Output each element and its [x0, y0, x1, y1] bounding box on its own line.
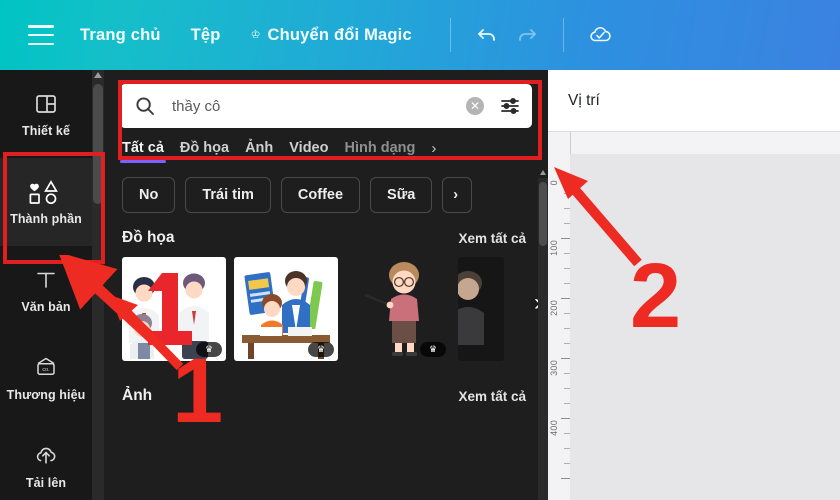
- search-icon: [136, 97, 154, 115]
- graphic-thumb-4-partial[interactable]: [458, 257, 504, 361]
- toolbar-divider-2: [562, 18, 564, 52]
- ruler-label-300: 300: [549, 360, 559, 376]
- chip-sua[interactable]: Sữa: [370, 177, 433, 213]
- search-box[interactable]: thầy cô ✕: [120, 84, 532, 128]
- canvas-area-wrapper: Vị trí 0 100 200 300 400: [548, 70, 840, 500]
- chip-trai-tim[interactable]: Trái tim: [185, 177, 271, 213]
- clear-x-icon[interactable]: ✕: [466, 97, 484, 115]
- sidebar-item-brand[interactable]: co. Thương hiệu: [0, 334, 92, 422]
- ruler-vertical: 0 100 200 300 400: [548, 132, 571, 500]
- panel-scroll-up-caret-icon[interactable]: [540, 170, 546, 175]
- sidebar-item-uploads[interactable]: Tải lên: [0, 422, 92, 500]
- sidebar-item-design[interactable]: Thiết kế: [0, 70, 92, 158]
- design-canvas[interactable]: [570, 154, 840, 500]
- redo-icon[interactable]: [507, 15, 547, 55]
- ruler-label-200: 200: [549, 300, 559, 316]
- section-title: Đồ họa: [122, 229, 175, 246]
- tab-shapes[interactable]: Hình dạng: [344, 140, 415, 163]
- search-area: thầy cô ✕: [104, 70, 548, 134]
- undo-icon[interactable]: [467, 15, 507, 55]
- see-all-graphics-link[interactable]: Xem tất cả: [458, 231, 526, 246]
- sidebar-item-label: Tải lên: [25, 475, 67, 490]
- see-all-photos-link[interactable]: Xem tất cả: [458, 389, 526, 404]
- chips-next-chevron-icon[interactable]: ›: [442, 177, 473, 213]
- tab-videos[interactable]: Video: [289, 140, 328, 163]
- section-header-photos: Ảnh Xem tất cả: [104, 361, 548, 413]
- graphics-thumb-row: ♛ ♛ ♛: [104, 255, 548, 361]
- cloud-saved-icon[interactable]: [580, 15, 620, 55]
- sidebar-item-text[interactable]: Văn bản: [0, 246, 92, 334]
- search-input[interactable]: thầy cô: [172, 98, 466, 115]
- chip-coffee[interactable]: Coffee: [280, 177, 361, 213]
- premium-crown-icon: ♛: [420, 342, 446, 357]
- nav-magic-label: Chuyển đổi Magic: [267, 25, 412, 44]
- panel-tabs: Tất cả Đồ họa Ảnh Video Hình dạng ›: [104, 134, 548, 163]
- crown-icon: ♔: [250, 28, 261, 41]
- rail-scrollbar[interactable]: [92, 70, 104, 500]
- ruler-horizontal: [570, 132, 840, 155]
- premium-crown-icon: ♛: [308, 342, 334, 357]
- nav-file[interactable]: Tệp: [191, 26, 221, 45]
- svg-text:co.: co.: [42, 367, 49, 373]
- rail-scroll-thumb[interactable]: [93, 84, 103, 204]
- ruler-label-400: 400: [549, 420, 559, 436]
- nav-home[interactable]: Trang chủ: [80, 26, 161, 45]
- tab-graphics[interactable]: Đồ họa: [180, 140, 229, 163]
- nav-magic-switch[interactable]: ♔ Chuyển đổi Magic: [251, 26, 412, 45]
- hamburger-icon[interactable]: [28, 25, 54, 45]
- chip-no[interactable]: No: [122, 177, 176, 213]
- position-panel-header: Vị trí: [548, 70, 840, 132]
- sidebar-item-elements[interactable]: Thành phần: [0, 158, 92, 246]
- graphic-thumb-2[interactable]: ♛: [234, 257, 338, 361]
- sidebar-item-label: Thiết kế: [21, 123, 71, 138]
- sidebar-item-label: Thương hiệu: [6, 387, 86, 402]
- annotation-number-1: 1: [172, 340, 224, 442]
- page-title: Vị trí: [568, 91, 600, 109]
- panel-scroll-thumb[interactable]: [539, 182, 547, 246]
- section-title: Ảnh: [122, 387, 153, 404]
- filter-sliders-icon[interactable]: [498, 94, 522, 118]
- tabs-next-chevron-icon[interactable]: ›: [431, 140, 436, 163]
- toolbar-divider-1: [449, 18, 451, 52]
- panel-scrollbar[interactable]: [538, 170, 548, 500]
- sidebar-item-label: Văn bản: [21, 299, 71, 314]
- scroll-up-caret-icon[interactable]: [94, 72, 102, 78]
- annotation-number-2: 2: [630, 245, 682, 347]
- sidebar-item-label: Thành phần: [10, 211, 82, 226]
- section-header-graphics: Đồ họa Xem tất cả: [104, 213, 548, 255]
- left-rail: Thiết kế Thành phần Văn bản co. Thương h…: [0, 70, 104, 500]
- elements-panel: thầy cô ✕ Tất cả Đồ họa Ảnh Video Hình d…: [104, 70, 548, 500]
- keyword-chips: No Trái tim Coffee Sữa ›: [104, 163, 548, 213]
- ruler-label-100: 100: [549, 240, 559, 256]
- ruler-label-0: 0: [549, 180, 559, 186]
- top-toolbar: Trang chủ Tệp ♔ Chuyển đổi Magic: [0, 0, 840, 70]
- tab-photos[interactable]: Ảnh: [245, 140, 273, 163]
- canva-editor-screen: Trang chủ Tệp ♔ Chuyển đổi Magic Thiết k…: [0, 0, 840, 500]
- tab-all[interactable]: Tất cả: [120, 140, 166, 163]
- graphic-thumb-3[interactable]: ♛: [346, 257, 450, 361]
